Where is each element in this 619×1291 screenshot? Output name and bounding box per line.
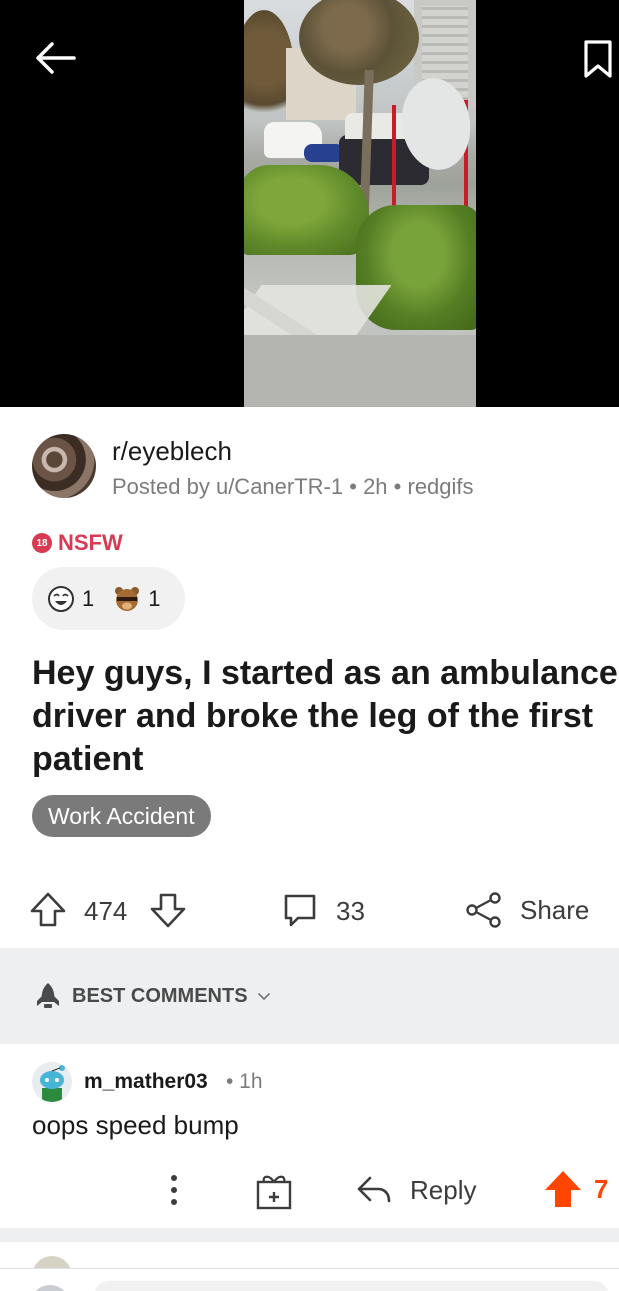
downvote-button[interactable]: [148, 890, 188, 930]
nsfw-tag: 18 NSFW: [32, 530, 123, 556]
upvote-filled-icon: [545, 1171, 581, 1207]
sort-label: BEST COMMENTS: [72, 984, 248, 1007]
arrow-left-icon: [36, 42, 76, 74]
comment-award-button[interactable]: [252, 1168, 296, 1212]
subreddit-avatar[interactable]: [32, 434, 96, 498]
share-label: Share: [520, 894, 590, 925]
comment-upvote-button[interactable]: 7: [542, 1168, 608, 1210]
comment-input[interactable]: [94, 1281, 609, 1291]
comment-action-bar: Reply 7: [0, 1160, 619, 1220]
meta-separator: •: [349, 474, 357, 499]
comment-bubble-icon: [284, 894, 316, 927]
snoo-avatar-icon: [40, 1065, 65, 1102]
laughing-face-award-icon: [46, 584, 76, 614]
chevron-down-icon: [257, 993, 270, 1001]
comment-count: 33: [336, 896, 365, 926]
awards-pill[interactable]: 1 1: [32, 567, 185, 630]
downvote-arrow-icon: [150, 893, 186, 928]
share-button[interactable]: Share: [464, 890, 589, 930]
comments-button[interactable]: [280, 890, 320, 930]
post-age: 2h: [363, 474, 388, 499]
award-count: 1: [82, 585, 95, 611]
commenter-avatar[interactable]: [32, 1062, 72, 1102]
more-vertical-icon: [171, 1175, 177, 1205]
award-count: 1: [148, 585, 161, 611]
video-frame[interactable]: [244, 0, 476, 407]
bookmark-icon: [584, 40, 612, 78]
comment-sort-button[interactable]: BEST COMMENTS: [32, 980, 272, 1012]
post-media[interactable]: [0, 0, 619, 407]
reply-label: Reply: [410, 1174, 477, 1205]
upvote-arrow-icon: [30, 892, 66, 927]
back-button[interactable]: [30, 32, 80, 82]
reply-arrow-icon: [357, 1176, 391, 1203]
gift-award-icon: [256, 1175, 292, 1210]
vote-count: 474: [84, 896, 128, 926]
comment-more-button[interactable]: [160, 1168, 188, 1212]
post-source: redgifs: [407, 474, 474, 499]
comment-sort-bar: BEST COMMENTS: [0, 948, 619, 1044]
post-title: Hey guys, I started as an ambulance driv…: [32, 654, 618, 778]
comment-composer: [0, 1268, 619, 1291]
bookmark-button[interactable]: [578, 36, 618, 82]
comment-username[interactable]: m_mather03: [84, 1070, 208, 1094]
nsfw-label: NSFW: [58, 530, 123, 555]
post-meta: Posted by u/CanerTR-1 • 2h • redgifs: [112, 474, 474, 500]
meta-separator-2: •: [393, 474, 402, 499]
share-icon: [466, 892, 501, 928]
bear-award-icon: [112, 584, 142, 614]
upvote-button[interactable]: [28, 890, 68, 930]
post-flair[interactable]: Work Accident: [32, 795, 211, 837]
comment-body: oops speed bump: [32, 1110, 239, 1140]
subreddit-name[interactable]: r/eyeblech: [112, 436, 232, 467]
rocket-sort-icon: [37, 983, 59, 1008]
comment-separator: [0, 1228, 619, 1242]
post-action-bar: 474 33 Share: [0, 880, 619, 940]
author-link[interactable]: Posted by u/CanerTR-1: [112, 474, 343, 499]
nsfw-18-icon: 18: [32, 533, 52, 553]
comment-reply-button[interactable]: Reply: [354, 1170, 476, 1210]
composer-avatar: [30, 1285, 70, 1291]
comment-upvote-count: 7: [594, 1173, 609, 1204]
comment-time: • 1h: [226, 1070, 263, 1093]
